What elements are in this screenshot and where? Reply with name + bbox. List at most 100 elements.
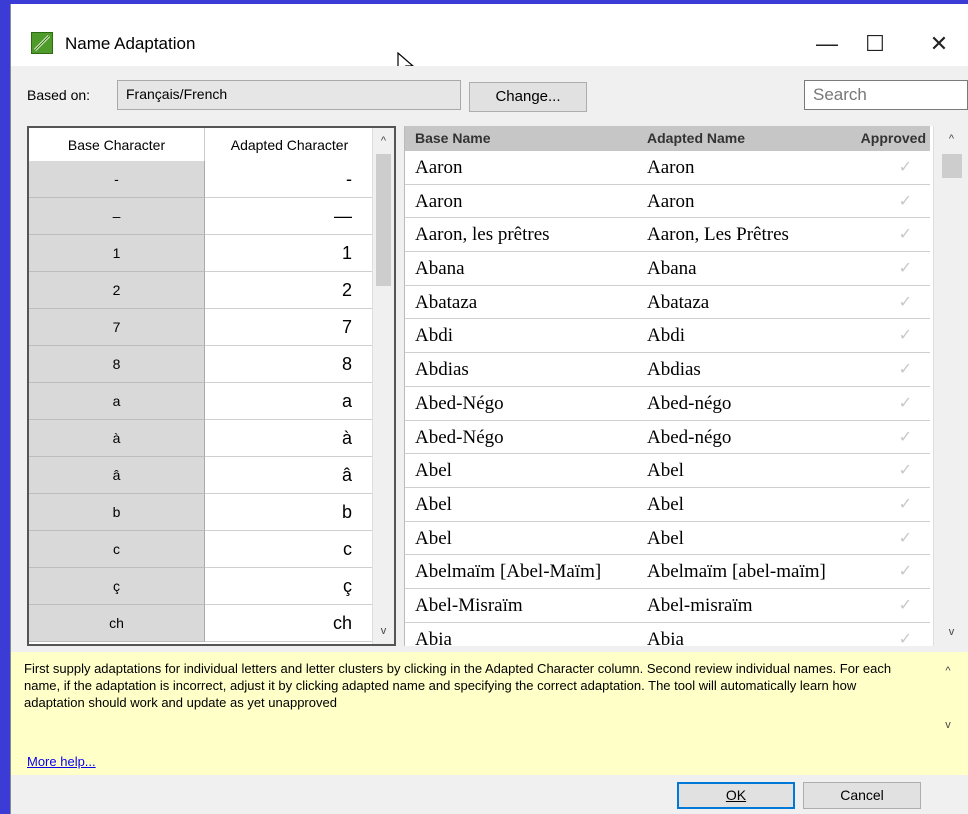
adapted-character-cell[interactable]: 1: [205, 235, 374, 272]
approved-check-icon[interactable]: ✓: [833, 387, 930, 420]
approved-check-icon[interactable]: ✓: [833, 555, 930, 588]
column-header-adapted-character[interactable]: Adapted Character: [205, 128, 374, 161]
base-name-cell: Abed-Négo: [415, 426, 504, 448]
approved-check-icon[interactable]: ✓: [833, 522, 930, 555]
scroll-up-icon[interactable]: ^: [373, 132, 394, 150]
name-row[interactable]: Aaron, les prêtres Aaron, Les Prêtres ✓: [405, 218, 930, 253]
adapted-character-cell[interactable]: a: [205, 383, 374, 420]
adapted-character-cell[interactable]: ç: [205, 568, 374, 605]
name-row[interactable]: Abed-Négo Abed-négo ✓: [405, 421, 930, 455]
name-row[interactable]: Abia Abia ✓: [405, 623, 930, 646]
base-character-cell: b: [29, 494, 205, 531]
more-help-link[interactable]: More help...: [27, 754, 96, 769]
approved-check-icon[interactable]: ✓: [833, 589, 930, 622]
approved-check-icon[interactable]: ✓: [833, 286, 930, 319]
window-title: Name Adaptation: [65, 34, 196, 53]
adapted-character-cell[interactable]: à: [205, 420, 374, 457]
maximize-button[interactable]: ☐: [845, 22, 905, 66]
name-row[interactable]: Aaron Aaron ✓: [405, 151, 930, 185]
cancel-button[interactable]: Cancel: [803, 782, 921, 809]
based-on-label: Based on:: [27, 87, 91, 103]
scroll-up-icon[interactable]: ^: [934, 130, 968, 148]
based-on-field: Français/French: [117, 80, 461, 110]
approved-check-icon[interactable]: ✓: [833, 319, 930, 352]
approved-check-icon[interactable]: ✓: [833, 488, 930, 521]
change-button[interactable]: Change...: [469, 82, 587, 112]
character-row[interactable]: --: [29, 161, 374, 198]
adapted-character-cell[interactable]: 8: [205, 346, 374, 383]
name-row[interactable]: Abdi Abdi ✓: [405, 319, 930, 354]
scroll-down-icon[interactable]: v: [933, 716, 963, 734]
base-character-cell: a: [29, 383, 205, 420]
character-row[interactable]: – —: [29, 198, 374, 235]
character-row[interactable]: cc: [29, 531, 374, 568]
base-character-cell: ch: [29, 605, 205, 642]
approved-check-icon[interactable]: ✓: [833, 421, 930, 454]
character-row[interactable]: àà: [29, 420, 374, 457]
title-bar[interactable]: Name Adaptation — ☐ ✕: [11, 4, 968, 76]
name-row[interactable]: Abataza Abataza ✓: [405, 286, 930, 320]
column-header-approved[interactable]: Approved: [833, 126, 930, 151]
ok-button[interactable]: OK: [677, 782, 795, 809]
character-row[interactable]: aa: [29, 383, 374, 420]
approved-check-icon[interactable]: ✓: [833, 218, 930, 251]
base-character-cell: 7: [29, 309, 205, 346]
character-row[interactable]: bb: [29, 494, 374, 531]
adapted-character-cell[interactable]: ch: [205, 605, 374, 642]
search-input[interactable]: Search: [804, 80, 968, 110]
character-row[interactable]: ch ch: [29, 605, 374, 642]
approved-check-icon[interactable]: ✓: [833, 353, 930, 386]
adapted-character-cell[interactable]: —: [205, 198, 374, 235]
help-text: First supply adaptations for individual …: [24, 661, 892, 710]
character-row[interactable]: 22: [29, 272, 374, 309]
character-row[interactable]: ââ: [29, 457, 374, 494]
adapted-character-cell[interactable]: 7: [205, 309, 374, 346]
name-row[interactable]: Abel Abel ✓: [405, 522, 930, 556]
approved-check-icon[interactable]: ✓: [833, 185, 930, 218]
character-row[interactable]: 88: [29, 346, 374, 383]
adapted-character-cell[interactable]: c: [205, 531, 374, 568]
scroll-thumb[interactable]: [942, 154, 962, 178]
scroll-down-icon[interactable]: v: [373, 622, 394, 640]
base-character-cell: â: [29, 457, 205, 494]
column-header-base-character[interactable]: Base Character: [29, 128, 205, 161]
character-grid-scrollbar[interactable]: ^ v: [372, 128, 394, 644]
scroll-up-icon[interactable]: ^: [933, 662, 963, 680]
name-row[interactable]: Aaron Aaron ✓: [405, 185, 930, 219]
name-row[interactable]: Abel-Misraïm Abel-misraïm ✓: [405, 589, 930, 623]
app-icon: [31, 32, 53, 54]
approved-check-icon[interactable]: ✓: [833, 454, 930, 487]
scroll-thumb[interactable]: [376, 154, 391, 286]
base-character-cell: -: [29, 161, 205, 198]
names-grid-scrollbar[interactable]: ^ v: [933, 126, 968, 646]
approved-check-icon[interactable]: ✓: [833, 623, 930, 646]
base-name-cell: Abel: [415, 460, 452, 482]
base-name-cell: Aaron, les prêtres: [415, 224, 550, 246]
adapted-character-cell[interactable]: â: [205, 457, 374, 494]
character-row[interactable]: 77: [29, 309, 374, 346]
column-header-base-name[interactable]: Base Name: [405, 126, 637, 151]
name-row[interactable]: Abana Abana ✓: [405, 252, 930, 286]
scroll-down-icon[interactable]: v: [934, 623, 968, 641]
base-name-cell: Abdias: [415, 359, 469, 381]
base-name-cell: Abana: [415, 258, 465, 280]
character-row[interactable]: çç: [29, 568, 374, 605]
base-character-cell: c: [29, 531, 205, 568]
name-row[interactable]: Abelmaïm [Abel-Maïm] Abelmaïm [abel-maïm]…: [405, 555, 930, 589]
adapted-character-cell[interactable]: b: [205, 494, 374, 531]
base-name-cell: Abel-Misraïm: [415, 594, 523, 616]
approved-check-icon[interactable]: ✓: [833, 151, 930, 184]
character-row[interactable]: 11: [29, 235, 374, 272]
base-character-cell: ç: [29, 568, 205, 605]
adapted-character-cell[interactable]: 2: [205, 272, 374, 309]
cancel-label: Cancel: [840, 787, 884, 803]
name-row[interactable]: Abel Abel ✓: [405, 488, 930, 522]
close-button[interactable]: ✕: [909, 22, 968, 66]
column-header-adapted-name[interactable]: Adapted Name: [637, 126, 833, 151]
approved-check-icon[interactable]: ✓: [833, 252, 930, 285]
adapted-character-cell[interactable]: -: [205, 161, 374, 198]
name-row[interactable]: Abed-Négo Abed-négo ✓: [405, 387, 930, 421]
name-row[interactable]: Abdias Abdias ✓: [405, 353, 930, 387]
help-scrollbar[interactable]: ^ v: [933, 656, 963, 752]
name-row[interactable]: Abel Abel ✓: [405, 454, 930, 488]
